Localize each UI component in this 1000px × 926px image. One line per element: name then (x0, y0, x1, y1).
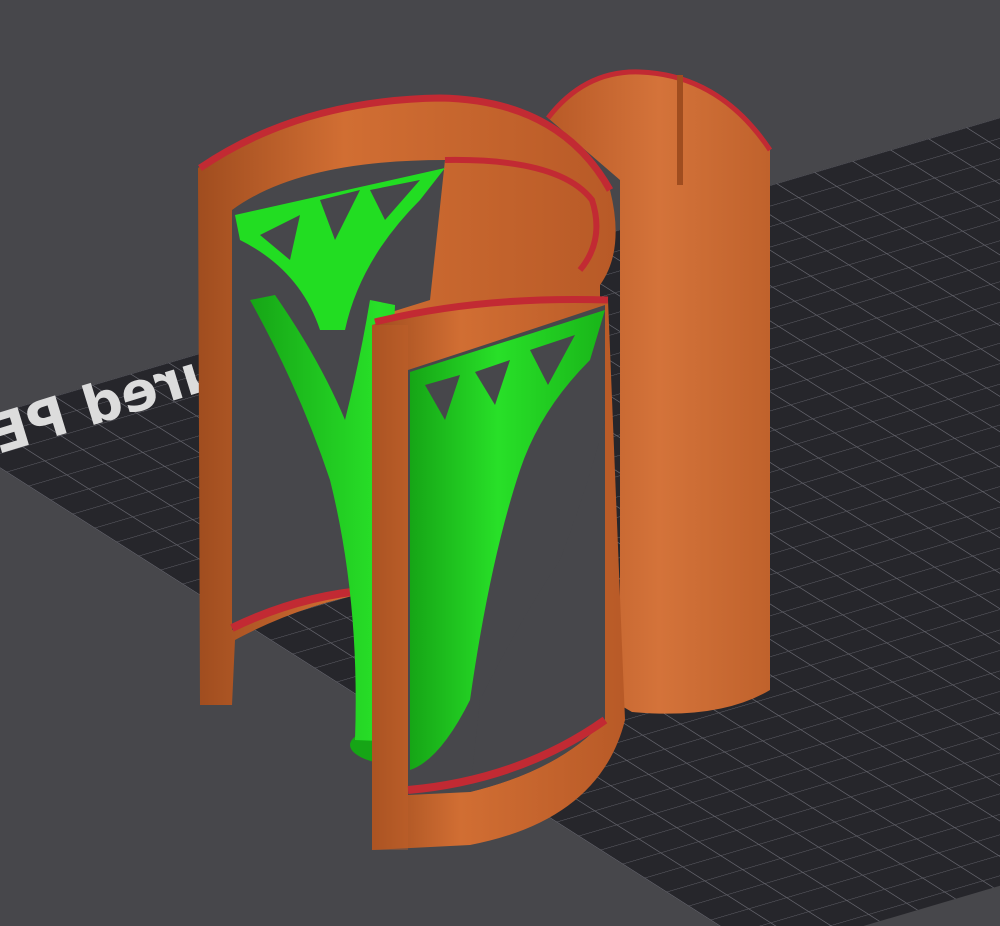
3d-preview-viewport[interactable]: Textured PEI plate (0, 0, 1000, 926)
front-wall-part[interactable] (372, 295, 625, 850)
